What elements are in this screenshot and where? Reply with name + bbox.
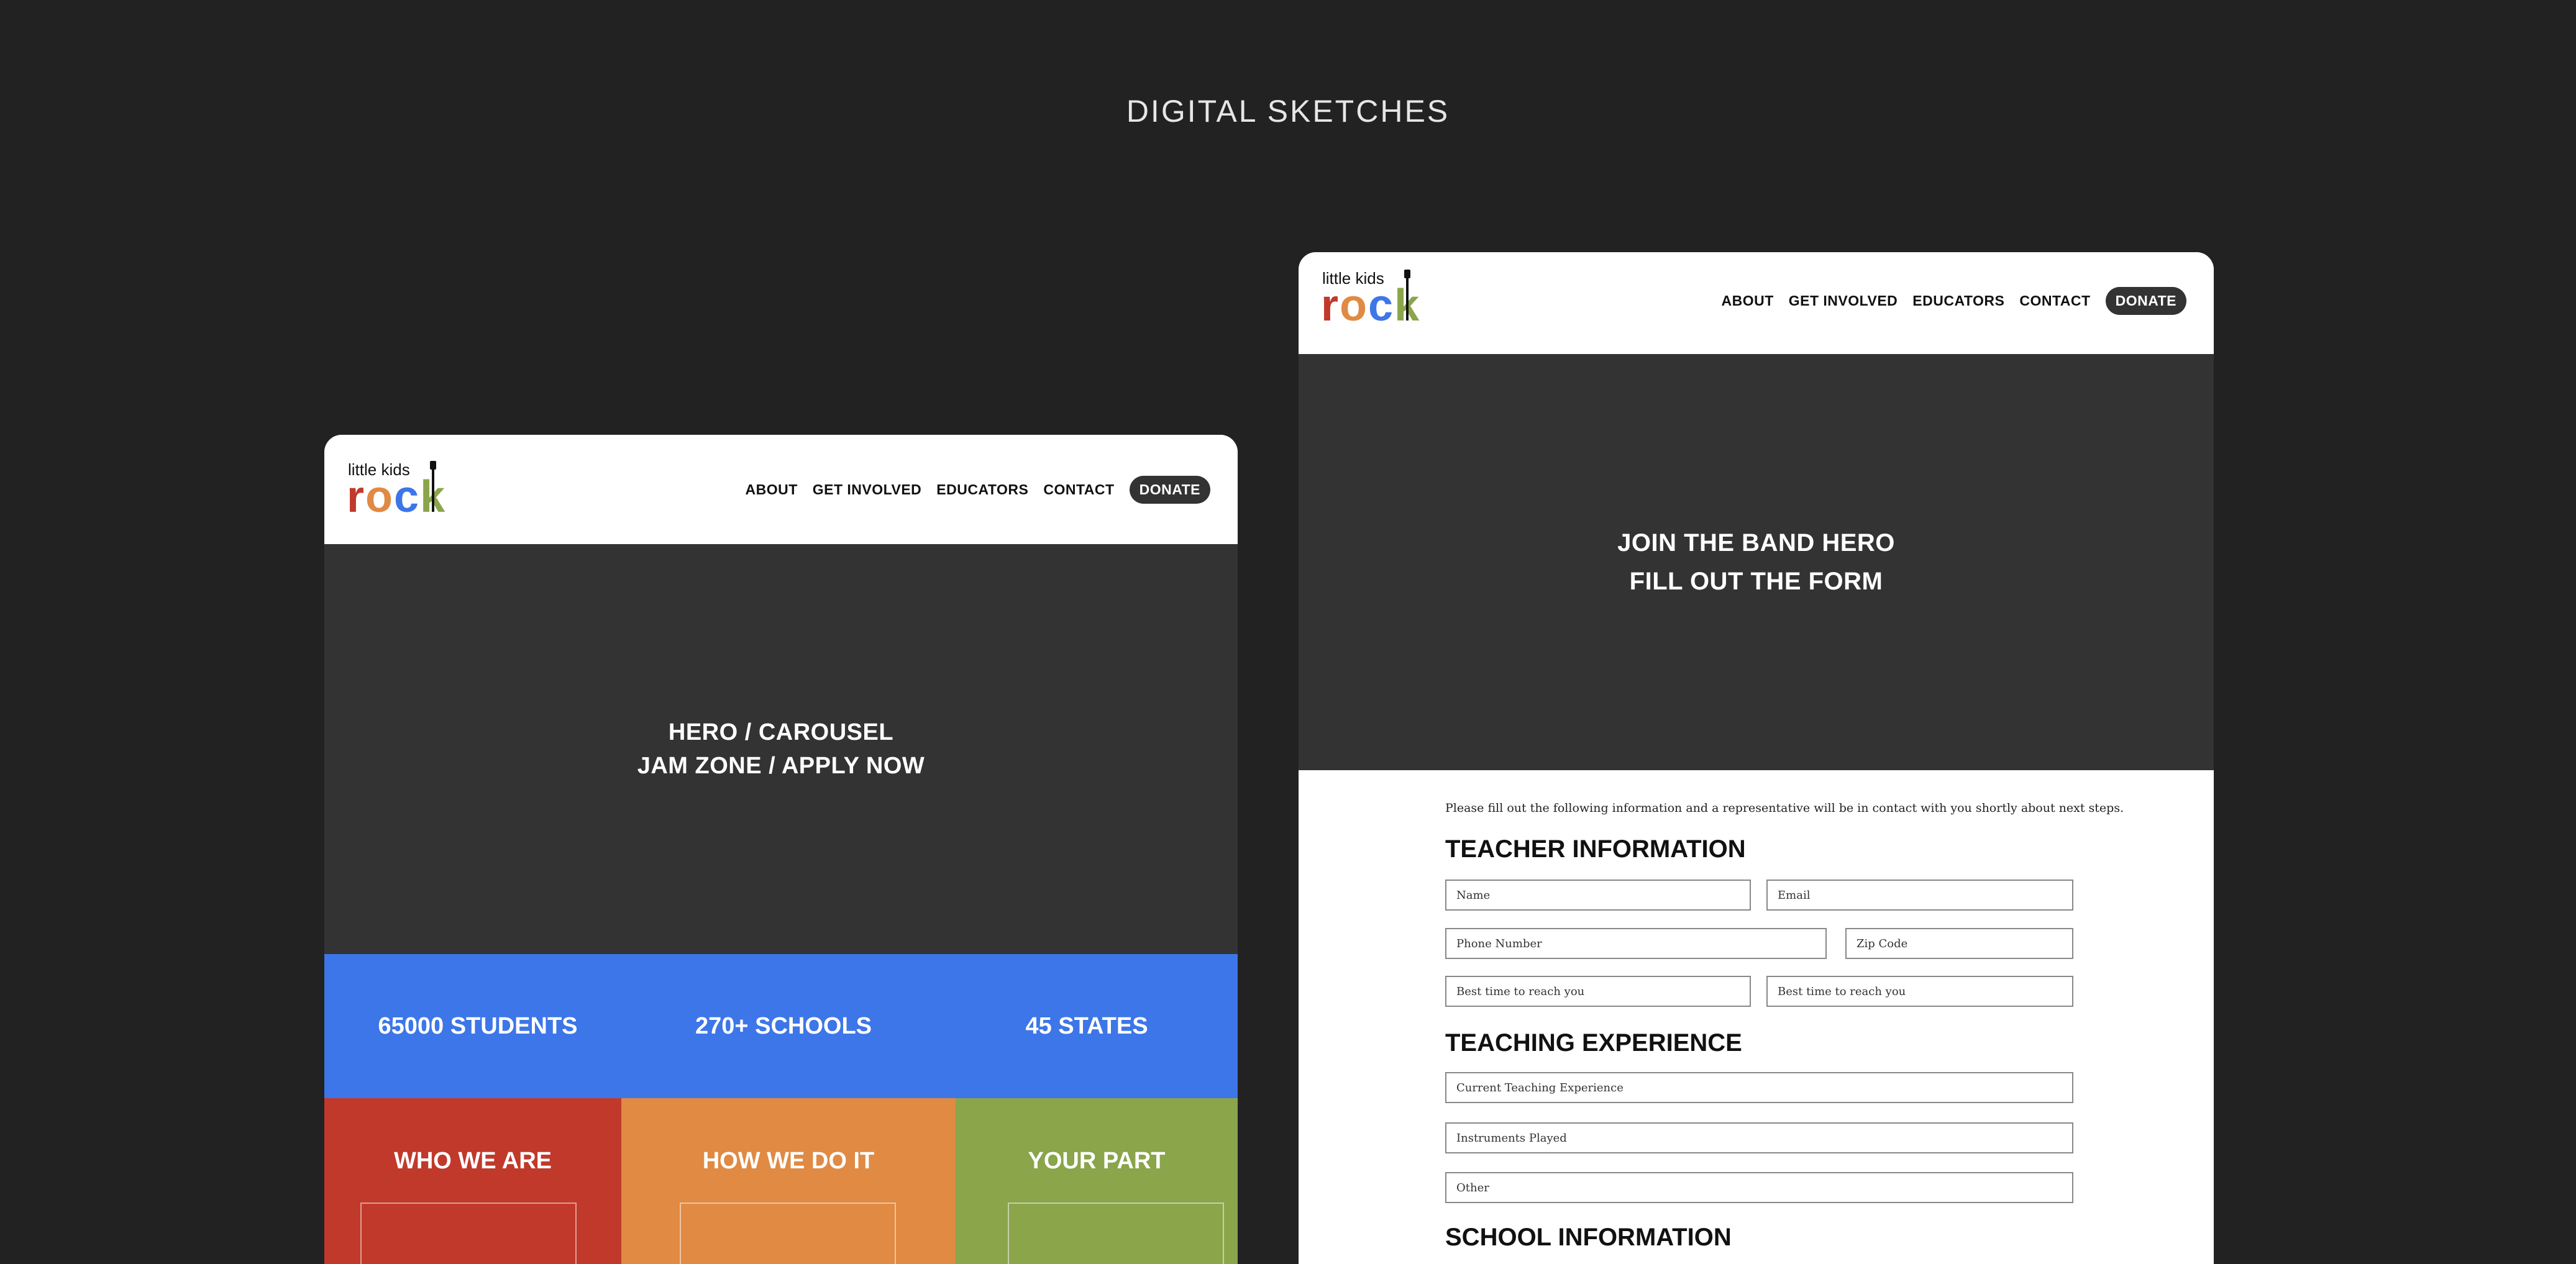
logo-letter-c: c [394, 472, 421, 522]
form-intro: Please fill out the following informatio… [1445, 801, 2124, 815]
other-field[interactable]: Other [1445, 1172, 2073, 1203]
zip-code-field[interactable]: Zip Code [1845, 928, 2073, 959]
logo-letter-o: o [1340, 281, 1369, 330]
guitar-icon [1404, 270, 1410, 321]
card-placeholder [680, 1203, 896, 1264]
guitar-icon [430, 461, 436, 512]
main-nav: ABOUT GET INVOLVED EDUCATORS CONTACT DON… [745, 475, 1210, 504]
instruments-field[interactable]: Instruments Played [1445, 1122, 2073, 1153]
hero-carousel[interactable]: HERO / CAROUSEL JAM ZONE / APPLY NOW [324, 544, 1238, 954]
card-placeholder [360, 1203, 577, 1264]
best-time-field-2[interactable]: Best time to reach you [1766, 976, 2073, 1007]
stat-schools: 270+ SCHOOLS [695, 1012, 872, 1039]
info-cards: WHO WE ARE HOW WE DO IT YOUR PART [324, 1098, 1238, 1264]
section-teacher-information: TEACHER INFORMATION [1445, 835, 1746, 863]
donate-button[interactable]: DONATE [1129, 475, 1210, 504]
email-field[interactable]: Email [1766, 880, 2073, 911]
logo-letter-r: r [1321, 281, 1340, 330]
card-title: WHO WE ARE [393, 1148, 552, 1174]
donate-button[interactable]: DONATE [2105, 286, 2186, 315]
phone-field[interactable]: Phone Number [1445, 928, 1827, 959]
stats-band: 65000 STUDENTS 270+ SCHOOLS 45 STATES [324, 954, 1238, 1098]
card-title: HOW WE DO IT [702, 1148, 875, 1174]
main-nav: ABOUT GET INVOLVED EDUCATORS CONTACT DON… [1721, 286, 2186, 315]
signup-form: Please fill out the following informatio… [1299, 770, 2214, 1264]
current-experience-field[interactable]: Current Teaching Experience [1445, 1072, 2073, 1103]
stat-states: 45 STATES [1025, 1012, 1148, 1039]
site-header: little kids rock ABOUT GET INVOLVED EDUC… [324, 435, 1238, 544]
logo-letter-o: o [365, 472, 395, 522]
nav-get-involved[interactable]: GET INVOLVED [813, 481, 922, 498]
name-field[interactable]: Name [1445, 880, 1751, 911]
hero-line-1: JOIN THE BAND HERO [1617, 529, 1895, 557]
section-teaching-experience: TEACHING EXPERIENCE [1445, 1029, 1742, 1057]
nav-contact[interactable]: CONTACT [1043, 481, 1114, 498]
homepage-sketch: little kids rock ABOUT GET INVOLVED EDUC… [324, 435, 1238, 1264]
stat-students: 65000 STUDENTS [378, 1012, 578, 1039]
page-title: DIGITAL SKETCHES [1126, 94, 1450, 129]
nav-about[interactable]: ABOUT [1721, 293, 1773, 309]
nav-educators[interactable]: EDUCATORS [1912, 293, 2004, 309]
nav-about[interactable]: ABOUT [745, 481, 797, 498]
logo[interactable]: little kids rock [347, 461, 460, 521]
site-header: little kids rock ABOUT GET INVOLVED EDUC… [1299, 252, 2214, 354]
hero-line-2: JAM ZONE / APPLY NOW [637, 753, 925, 779]
hero-line-1: HERO / CAROUSEL [668, 719, 894, 745]
logo-letter-r: r [347, 472, 366, 522]
logo[interactable]: little kids rock [1321, 270, 1434, 329]
hero-line-2: FILL OUT THE FORM [1629, 568, 1883, 595]
card-your-part[interactable]: YOUR PART [956, 1098, 1238, 1264]
nav-contact[interactable]: CONTACT [2019, 293, 2090, 309]
hero-banner: JOIN THE BAND HERO FILL OUT THE FORM [1299, 354, 2214, 770]
card-placeholder [1008, 1203, 1224, 1264]
best-time-field-1[interactable]: Best time to reach you [1445, 976, 1751, 1007]
card-title: YOUR PART [1028, 1148, 1166, 1174]
nav-get-involved[interactable]: GET INVOLVED [1789, 293, 1898, 309]
nav-educators[interactable]: EDUCATORS [936, 481, 1028, 498]
form-page-sketch: little kids rock ABOUT GET INVOLVED EDUC… [1299, 252, 2214, 1264]
card-how-we-do-it[interactable]: HOW WE DO IT [621, 1098, 956, 1264]
logo-letter-c: c [1368, 281, 1395, 330]
section-school-information: SCHOOL INFORMATION [1445, 1224, 1732, 1251]
card-who-we-are[interactable]: WHO WE ARE [324, 1098, 621, 1264]
